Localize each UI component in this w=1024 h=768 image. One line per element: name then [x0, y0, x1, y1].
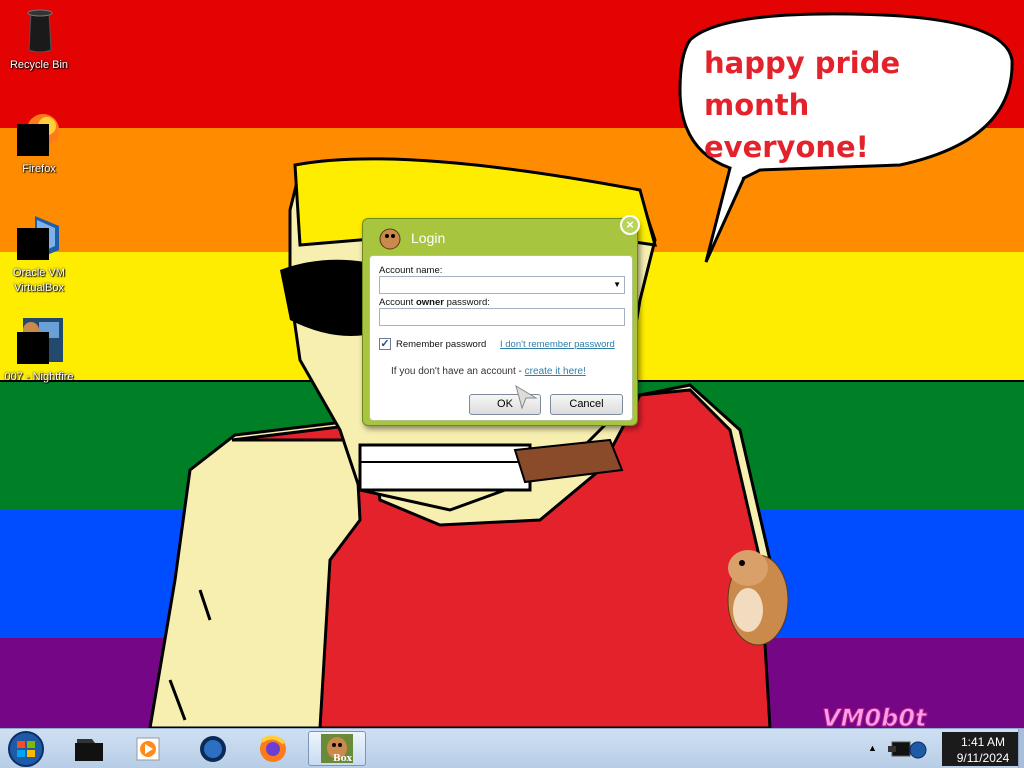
- login-titlebar[interactable]: Login ×: [363, 215, 640, 255]
- create-account-link[interactable]: create it here!: [525, 366, 586, 377]
- file-explorer-icon: [75, 739, 103, 761]
- system-tray: ▲ 1:41 AM 9/11/2024: [862, 729, 1024, 768]
- taskbar: Box ▲ 1:41 AM 9/11/2024: [0, 728, 1024, 768]
- remember-password-label: Remember password: [396, 339, 487, 350]
- login-body: Account name: ▼ Account owner password: …: [369, 255, 633, 421]
- account-name-combo[interactable]: ▼: [379, 276, 625, 294]
- password-label-pre: Account: [379, 297, 416, 308]
- taskbar-file-explorer[interactable]: [62, 731, 116, 766]
- desktop-icon-nightfire[interactable]: 007 - Nightfire: [0, 318, 78, 385]
- desktop-icon-firefox[interactable]: Firefox: [0, 110, 78, 177]
- no-account-text: If you don't have an account - create it…: [391, 366, 586, 377]
- desktop-icon-virtualbox[interactable]: Oracle VM VirtualBox: [0, 214, 78, 296]
- firefox-icon: [15, 110, 63, 158]
- clock[interactable]: 1:41 AM 9/11/2024: [942, 732, 1024, 766]
- forgot-password-link[interactable]: I don't remember password: [500, 339, 615, 350]
- desktop-icon-recycle-bin[interactable]: Recycle Bin: [0, 6, 78, 73]
- desktop-icon-label: Oracle VM VirtualBox: [13, 267, 65, 294]
- chevron-up-icon[interactable]: ▲: [868, 743, 877, 753]
- media-player-icon: [136, 737, 160, 761]
- password-label-bold: owner: [415, 297, 444, 308]
- game-icon: [15, 318, 63, 366]
- password-field[interactable]: [379, 308, 625, 326]
- show-desktop-button[interactable]: [1018, 729, 1024, 768]
- no-account-prefix: If you don't have an account -: [391, 366, 525, 377]
- desktop-icon-label: Recycle Bin: [9, 59, 69, 71]
- taskbar-firefox[interactable]: [246, 731, 300, 766]
- firefox-icon: [260, 735, 286, 762]
- remember-password-checkbox[interactable]: ✓: [379, 338, 391, 350]
- password-label: Account owner password:: [379, 297, 490, 308]
- taskbar-media-player[interactable]: [122, 731, 176, 766]
- box-app-label: Box: [333, 754, 352, 764]
- taskbar-box-app[interactable]: Box: [308, 731, 366, 766]
- svg-text:VM0b0t: VM0b0t: [822, 704, 928, 728]
- mouse-cursor-icon: [515, 384, 538, 410]
- virtualbox-icon: [200, 736, 226, 762]
- windows-logo-icon: [8, 731, 44, 767]
- close-icon[interactable]: ×: [620, 215, 640, 235]
- recycle-bin-icon: [15, 6, 63, 54]
- desktop-icon-label: Firefox: [22, 163, 56, 175]
- login-dialog[interactable]: Login × Account name: ▼ Account owner pa…: [362, 215, 640, 426]
- account-name-label: Account name:: [379, 265, 443, 276]
- taskbar-virtualbox[interactable]: [186, 731, 240, 766]
- desktop[interactable]: VM0b0t happy pride month everyone! Recyc…: [0, 0, 1024, 728]
- clock-time: 1:41 AM: [960, 735, 1006, 749]
- hamster-app-icon: [377, 224, 403, 255]
- password-label-post: password:: [443, 297, 490, 308]
- speech-bubble-text: happy pride month everyone!: [704, 46, 901, 164]
- virtualbox-icon: [15, 214, 63, 262]
- desktop-icon-label: 007 - Nightfire: [4, 371, 74, 383]
- clock-date: 9/11/2024: [956, 751, 1010, 765]
- chevron-down-icon[interactable]: ▼: [613, 280, 621, 289]
- start-button[interactable]: [4, 730, 48, 768]
- cancel-button[interactable]: Cancel: [550, 394, 623, 415]
- tray-network-display-icon[interactable]: [886, 735, 932, 763]
- login-title: Login: [411, 230, 446, 246]
